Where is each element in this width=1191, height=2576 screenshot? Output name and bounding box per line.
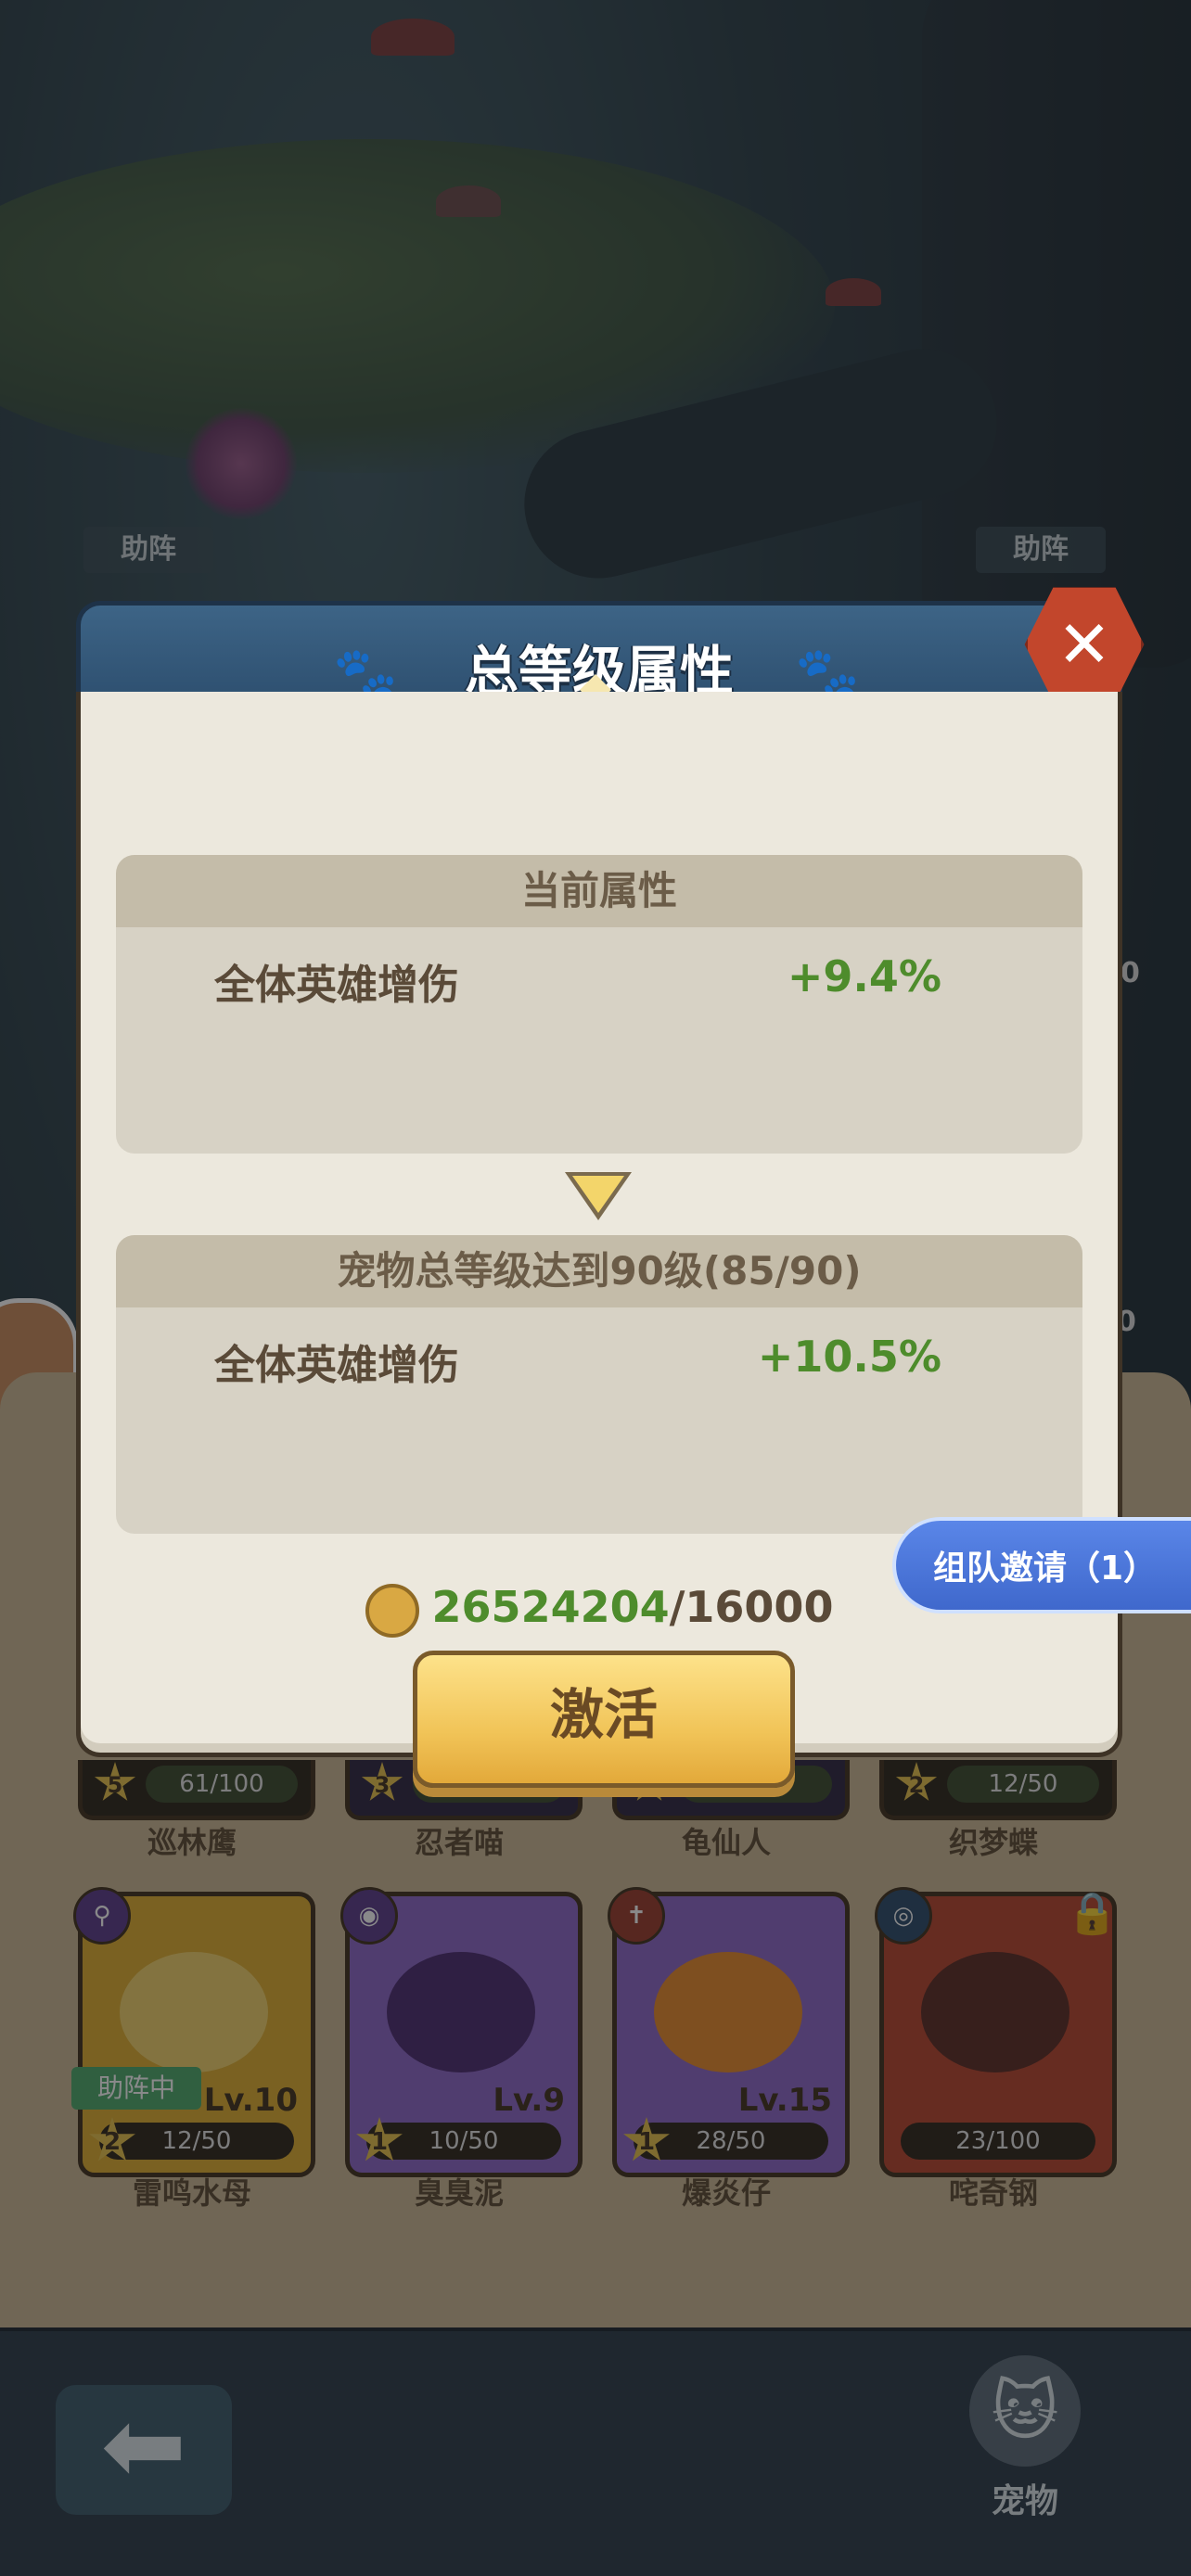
attribute-value: +10.5% [757, 1332, 941, 1382]
close-icon: ✕ [1057, 606, 1112, 682]
coins-required: /16000 [669, 1582, 834, 1632]
current-attributes-box: 当前属性 全体英雄增伤 +9.4% [116, 855, 1082, 1154]
activate-button[interactable]: 激活 [413, 1651, 795, 1788]
attribute-row: 全体英雄增伤 +10.5% [214, 1332, 941, 1389]
attribute-row: 全体英雄增伤 +9.4% [214, 951, 941, 1009]
current-attributes-caption: 当前属性 [116, 855, 1082, 927]
next-attributes-caption: 宠物总等级达到90级(85/90) [116, 1235, 1082, 1307]
attribute-name: 全体英雄增伤 [214, 1342, 459, 1389]
coins-owned: 26524204 [431, 1582, 670, 1632]
coin-icon [365, 1583, 419, 1638]
arrow-down-icon [565, 1172, 632, 1220]
team-invite-button[interactable]: 组队邀请（1） [892, 1517, 1191, 1613]
attribute-value: +9.4% [787, 951, 941, 1001]
next-attributes-box: 宠物总等级达到90级(85/90) 全体英雄增伤 +10.5% [116, 1235, 1082, 1534]
attribute-name: 全体英雄增伤 [214, 962, 459, 1009]
